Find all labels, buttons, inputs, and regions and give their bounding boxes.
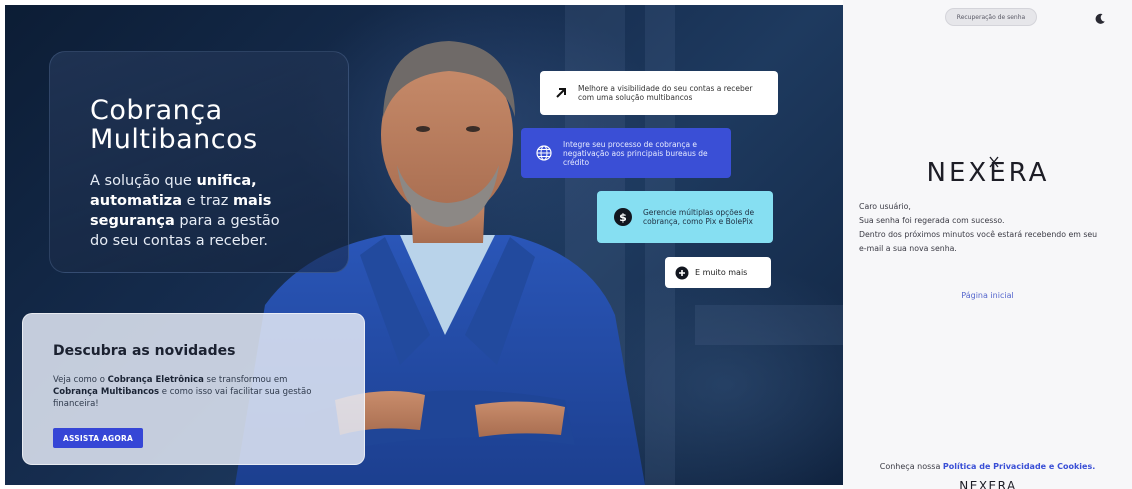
message-line: Dentro dos próximos minutos você estará …	[859, 230, 1098, 239]
plus-circle-icon	[675, 266, 689, 280]
nexera-footer-logo-text: NEXERA	[959, 479, 1016, 489]
tab-password-recovery[interactable]: Recuperação de senha	[945, 8, 1037, 26]
message-line: e-mail a sua nova senha.	[859, 244, 957, 253]
news-description: Veja como o Cobrança Eletrônica se trans…	[53, 374, 323, 410]
hero-subtitle-bold: automatiza	[90, 193, 183, 209]
hero-subtitle-bold: segurança	[90, 213, 175, 229]
feature-card-text: Melhore a visibilidade do seu contas a r…	[578, 84, 753, 102]
success-message: Caro usuário, Sua senha foi regerada com…	[859, 200, 1123, 256]
home-page-link[interactable]: Página inicial	[843, 291, 1132, 300]
feature-card-text: Gerencie múltiplas opções de cobrança, c…	[643, 208, 755, 226]
svg-text:$: $	[619, 211, 627, 224]
password-recovery-panel: Recuperação de senha NEXERA Caro usuário…	[843, 0, 1132, 489]
nexera-footer-logo: NEXERA	[959, 479, 1016, 489]
hero-title-line2: Multibancos	[90, 124, 258, 155]
hero-title-line1: Cobrança	[90, 95, 223, 126]
nexera-logo: NEXERA	[927, 156, 1050, 188]
feature-card-options: $ Gerencie múltiplas opções de cobrança,…	[597, 191, 773, 243]
hero-subtitle-bold: unifica,	[196, 173, 257, 189]
footer-text: Conheça nossa	[879, 462, 943, 471]
globe-icon	[535, 144, 553, 162]
feature-card-text: Integre seu processo de cobrança e negat…	[563, 139, 708, 167]
news-title: Descubra as novidades	[53, 343, 236, 359]
hero-subtitle: A solução que unifica, automatiza e traz…	[90, 171, 340, 251]
news-bold: Cobrança Multibancos	[53, 387, 160, 397]
news-panel: Descubra as novidades Veja como o Cobran…	[22, 313, 365, 465]
message-greeting: Caro usuário,	[859, 202, 911, 211]
hero-title: Cobrança Multibancos	[90, 96, 350, 154]
watch-now-button[interactable]: ASSISTA AGORA	[53, 428, 143, 448]
hero-subtitle-text: e traz	[182, 193, 233, 209]
news-text: se transformou em	[203, 375, 288, 385]
dark-mode-toggle[interactable]	[1089, 8, 1111, 30]
hero-subtitle-bold: mais	[232, 193, 272, 209]
hero-subtitle-text: para a gestão	[174, 213, 280, 229]
moon-icon	[1095, 13, 1105, 24]
privacy-policy-link[interactable]: Política de Privacidade e Cookies.	[943, 462, 1095, 471]
news-text: Veja como o	[53, 375, 108, 385]
hero-subtitle-text: A solução que	[90, 173, 197, 189]
news-bold: Cobrança Eletrônica	[107, 375, 204, 385]
feature-card-integration: Integre seu processo de cobrança e negat…	[521, 128, 731, 178]
message-line: Sua senha foi regerada com sucesso.	[859, 216, 1005, 225]
feature-card-text: E muito mais	[695, 268, 748, 277]
privacy-footer: Conheça nossa Política de Privacidade e …	[843, 462, 1132, 471]
nexera-logo-text: NEXERA	[927, 158, 1050, 188]
page: Cobrança Multibancos A solução que unifi…	[0, 0, 1132, 489]
feature-card-more: E muito mais	[665, 257, 771, 288]
dollar-icon: $	[613, 207, 633, 227]
hero-subtitle-text: do seu contas a receber.	[90, 233, 269, 249]
arrow-up-right-icon	[554, 86, 568, 100]
feature-card-visibility: Melhore a visibilidade do seu contas a r…	[540, 71, 778, 115]
